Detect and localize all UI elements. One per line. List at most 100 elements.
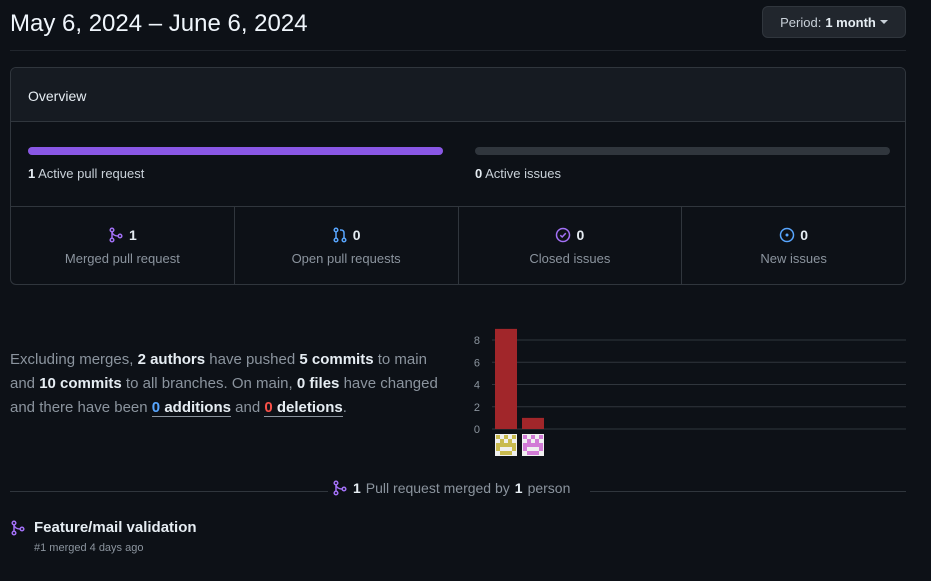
active-pr-count: 1 — [28, 166, 36, 181]
author-avatar-pixel — [527, 443, 531, 447]
author-avatar-pixel — [504, 451, 508, 455]
deletions-word: deletions — [276, 399, 343, 416]
merged-text: person — [527, 480, 571, 496]
chart-bar — [495, 328, 517, 429]
author-avatar-pixel — [539, 447, 543, 451]
merge-divider-right — [590, 491, 906, 492]
chart-y-tick-label: 8 — [474, 335, 480, 347]
chart-y-tick-label: 4 — [474, 380, 480, 392]
header-divider — [10, 50, 906, 51]
period-label: Period: — [780, 14, 822, 30]
overview-panel: Overview 1 Active pull request 0 Active … — [10, 67, 906, 285]
chart-y-tick-label: 0 — [474, 424, 480, 436]
chart-bar — [522, 417, 544, 429]
closed-issues-label: Closed issues — [529, 251, 611, 266]
git-pull-request-icon — [333, 227, 347, 243]
new-issues-count: 0 — [800, 227, 809, 243]
active-pull-requests-label[interactable]: 1 Active pull request — [28, 166, 144, 181]
page-title: May 6, 2024 – June 6, 2024 — [10, 10, 308, 37]
merged-pr-count: 1 — [353, 480, 361, 496]
files-changed-count: 0 files — [296, 375, 340, 392]
author-avatar-pixel — [531, 435, 535, 439]
author-avatar-pixel — [508, 443, 512, 447]
author-avatar-pixel — [508, 451, 512, 455]
merged-text: Pull request merged by — [365, 480, 510, 496]
commits-main-count: 5 commits — [299, 351, 374, 368]
summary-text: have pushed — [209, 351, 296, 368]
author-avatar-pixel — [535, 439, 539, 443]
additions-word: additions — [164, 399, 231, 416]
caret-down-icon — [879, 20, 888, 24]
stat-closed-issues[interactable]: 0 Closed issues — [459, 207, 683, 284]
stat-merged-pull-requests[interactable]: 1 Merged pull request — [11, 207, 235, 284]
deletions-count: 0 — [264, 399, 273, 416]
stats-row: 1 Merged pull request 0 Open pull reques… — [11, 206, 905, 284]
merged-label: Merged pull request — [64, 251, 180, 266]
merge-divider-left — [10, 491, 328, 492]
git-merge-icon — [333, 480, 347, 496]
issue-opened-icon — [779, 227, 795, 243]
active-issues-label[interactable]: 0 Active issues — [475, 166, 561, 181]
issue-closed-icon — [556, 227, 571, 243]
author-avatar-pixel — [496, 447, 500, 451]
commits-chart-svg: 0 2 4 6 8 — [474, 328, 906, 456]
closed-issues-count: 0 — [576, 227, 585, 243]
author-avatar-pixel — [500, 439, 504, 443]
active-issues-count: 0 — [475, 166, 483, 181]
author-avatar-pixel — [527, 439, 531, 443]
author-avatar-pixel — [500, 443, 504, 447]
additions-count: 0 — [151, 399, 161, 416]
author-avatar-pixel — [531, 451, 535, 455]
issues-bar[interactable] — [475, 147, 890, 155]
commits-all-count: 10 commits — [39, 375, 122, 392]
git-merge-icon — [109, 227, 123, 243]
author-avatar-pixel — [512, 435, 516, 439]
period-dropdown-button[interactable]: Period: 1 month — [762, 6, 906, 38]
stat-new-issues[interactable]: 0 New issues — [682, 207, 905, 284]
overview-header: Overview — [11, 68, 905, 122]
author-avatar-pixel — [523, 435, 527, 439]
active-issues-text: Active issues — [485, 166, 562, 181]
author-avatar-pixel — [523, 443, 527, 447]
author-avatar-pixel — [512, 443, 516, 447]
author-avatar-pixel — [504, 435, 508, 439]
summary-text: Excluding merges, — [10, 351, 134, 368]
pull-requests-bar-fill — [28, 147, 443, 155]
summary-text: . — [342, 399, 347, 416]
author-avatar-pixel — [500, 451, 504, 455]
author-avatar-pixel — [539, 435, 543, 439]
merged-people-count: 1 — [514, 480, 523, 496]
overview-title: Overview — [28, 88, 87, 104]
commits-chart: 0 2 4 6 8 — [466, 322, 911, 467]
author-avatar-pixel — [539, 443, 543, 447]
chart-y-tick-label: 2 — [474, 402, 480, 414]
author-avatar-pixel — [535, 443, 539, 447]
author-avatar-pixel — [508, 439, 512, 443]
authors-count: 2 authors — [137, 351, 206, 368]
active-pr-text: Active pull request — [38, 166, 145, 181]
deletions-link[interactable]: 0 deletions — [264, 399, 343, 417]
open-pr-count: 0 — [352, 227, 361, 243]
new-issues-label: New issues — [760, 251, 827, 266]
author-avatar-pixel — [531, 443, 535, 447]
author-avatar-pixel — [496, 443, 500, 447]
additions-link[interactable]: 0 additions — [151, 399, 231, 417]
author-avatar-pixel — [523, 447, 527, 451]
commit-summary: Excluding merges, 2 authors have pushed … — [10, 348, 450, 420]
summary-text: to all branches. On main, — [125, 375, 293, 392]
pull-requests-bar[interactable] — [28, 147, 443, 155]
stat-open-pull-requests[interactable]: 0 Open pull requests — [235, 207, 459, 284]
author-avatar-pixel — [496, 435, 500, 439]
chart-y-tick-label: 6 — [474, 357, 480, 369]
pull-request-meta: #1 merged 4 days ago — [34, 542, 144, 554]
merged-summary: 1 Pull request merged by 1 person — [332, 480, 570, 496]
pull-request-title-link[interactable]: Feature/mail validation — [34, 519, 197, 536]
git-merge-icon — [11, 520, 25, 536]
open-pr-label: Open pull requests — [291, 251, 401, 266]
merged-count: 1 — [128, 227, 137, 243]
author-avatar-pixel — [512, 447, 516, 451]
author-avatar-pixel — [535, 451, 539, 455]
author-avatar-pixel — [504, 443, 508, 447]
summary-text: and — [235, 399, 261, 416]
period-value: 1 month — [825, 14, 876, 30]
